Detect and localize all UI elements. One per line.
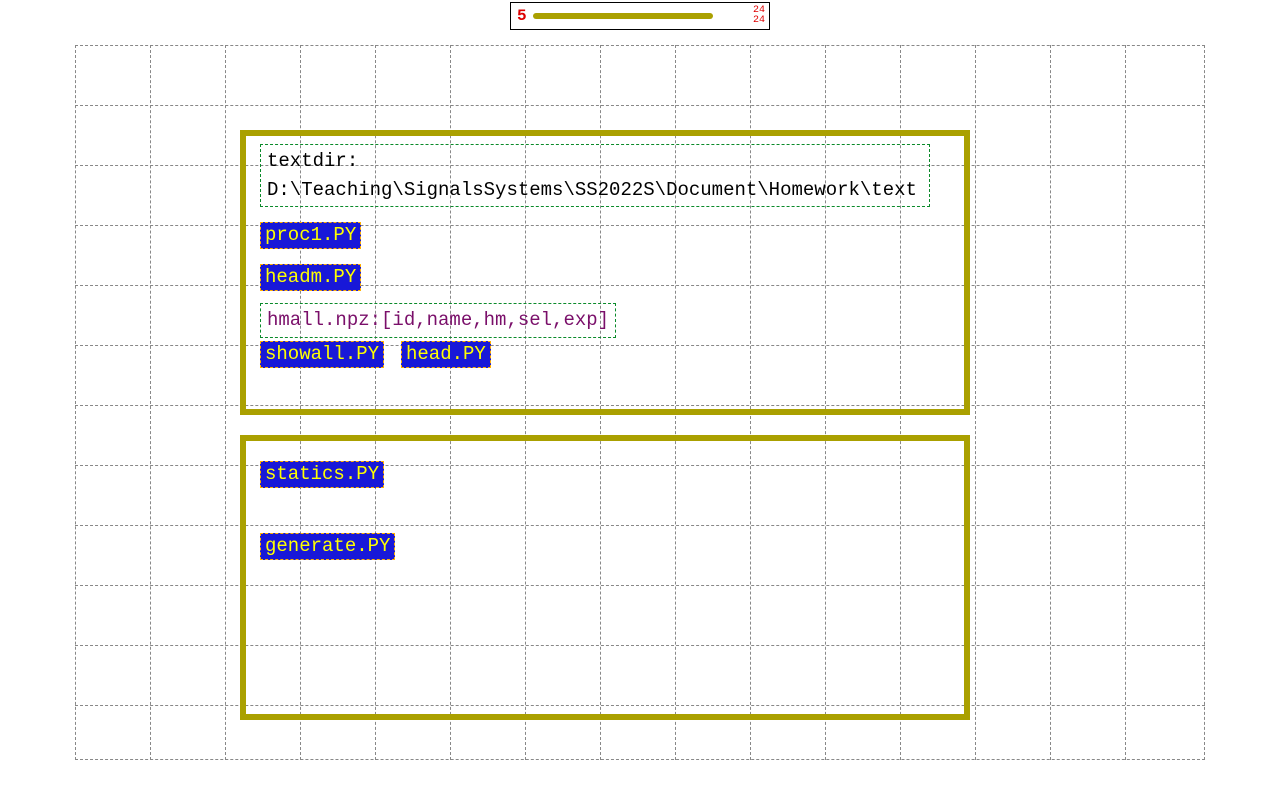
script-head[interactable]: head.PY xyxy=(401,341,491,368)
script-statics[interactable]: statics.PY xyxy=(260,461,384,488)
grid-v xyxy=(75,45,76,760)
block-output-generation: statics.PY generate.PY xyxy=(240,435,970,720)
progress-totals: 24 24 xyxy=(753,6,769,26)
grid-canvas: textdir: D:\Teaching\SignalsSystems\SS20… xyxy=(75,45,1205,760)
npz-desc: hmall.npz:[id,name,hm,sel,exp] xyxy=(260,303,616,338)
progress-total-bottom: 24 xyxy=(753,16,765,26)
grid-v xyxy=(1050,45,1051,760)
script-headm[interactable]: headm.PY xyxy=(260,264,361,291)
grid-h xyxy=(75,759,1205,760)
script-showall[interactable]: showall.PY xyxy=(260,341,384,368)
grid-v xyxy=(1125,45,1126,760)
grid-v xyxy=(1204,45,1205,760)
progress-current: 5 xyxy=(511,7,533,25)
script-proc1[interactable]: proc1.PY xyxy=(260,222,361,249)
progress-bar xyxy=(533,13,713,19)
progress-indicator: 5 24 24 xyxy=(510,2,770,30)
script-generate[interactable]: generate.PY xyxy=(260,533,395,560)
block-input-processing: textdir: D:\Teaching\SignalsSystems\SS20… xyxy=(240,130,970,415)
textdir-label: textdir: xyxy=(267,150,358,172)
grid-v xyxy=(975,45,976,760)
grid-v xyxy=(225,45,226,760)
grid-h xyxy=(75,105,1205,106)
grid-v xyxy=(150,45,151,760)
textdir-path: D:\Teaching\SignalsSystems\SS2022S\Docum… xyxy=(267,179,917,201)
textdir-box: textdir: D:\Teaching\SignalsSystems\SS20… xyxy=(260,144,930,207)
grid-h xyxy=(75,45,1205,46)
